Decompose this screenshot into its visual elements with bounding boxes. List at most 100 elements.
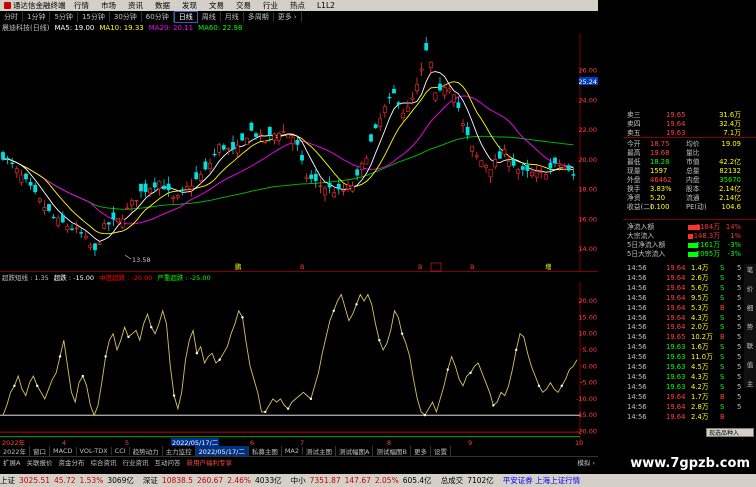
candle[interactable]: [451, 94, 456, 103]
candle[interactable]: [244, 137, 249, 145]
candle[interactable]: [134, 199, 139, 202]
candle[interactable]: [231, 142, 235, 150]
candle[interactable]: [106, 222, 111, 225]
tab[interactable]: MA2: [282, 447, 304, 455]
candle[interactable]: [382, 106, 387, 113]
menu-item[interactable]: 行情: [70, 0, 97, 11]
tab[interactable]: 趋势动力: [130, 446, 163, 456]
candle[interactable]: [295, 139, 300, 145]
tab[interactable]: MACD: [50, 447, 77, 455]
candle[interactable]: [120, 218, 125, 228]
candle[interactable]: [309, 174, 314, 179]
candle[interactable]: [28, 181, 33, 186]
candle[interactable]: [424, 43, 429, 51]
period-tab[interactable]: 30分钟: [110, 11, 142, 22]
info-tab[interactable]: 关联报价: [23, 457, 55, 467]
candle[interactable]: [281, 131, 286, 133]
candle[interactable]: [327, 183, 332, 188]
candle[interactable]: [456, 102, 461, 109]
candle[interactable]: [350, 185, 355, 192]
tab[interactable]: 更多: [411, 446, 431, 456]
candle[interactable]: [24, 173, 28, 180]
candle[interactable]: [405, 106, 410, 112]
candle[interactable]: [42, 207, 47, 211]
candle[interactable]: [355, 169, 360, 176]
side-tab[interactable]: 联: [747, 340, 754, 350]
candle[interactable]: [83, 235, 88, 239]
candle[interactable]: [474, 155, 479, 158]
candle[interactable]: [88, 244, 93, 248]
candle[interactable]: [148, 188, 153, 194]
candle[interactable]: [175, 195, 180, 198]
candle[interactable]: [249, 122, 254, 131]
candle[interactable]: [539, 171, 544, 173]
period-tab[interactable]: 多周期: [244, 11, 274, 22]
tab[interactable]: 测试幅图A: [336, 446, 374, 456]
candle[interactable]: [10, 162, 15, 165]
candle[interactable]: [166, 183, 171, 191]
candle[interactable]: [97, 242, 102, 245]
menu-item[interactable]: 文易: [205, 0, 232, 11]
candle[interactable]: [212, 153, 217, 156]
candle[interactable]: [290, 136, 295, 145]
tab-date-selected[interactable]: 2022/05/17/二: [195, 446, 249, 456]
popup-hint[interactable]: 现选品种入: [706, 428, 754, 437]
index-quote[interactable]: 中小 7351.87 147.67 2.05% 605.4亿: [291, 475, 436, 486]
candle[interactable]: [240, 133, 245, 141]
ticker-text[interactable]: 平安证券 上海上证行情: [503, 475, 580, 486]
candle[interactable]: [37, 198, 42, 202]
period-tab[interactable]: 周线: [198, 11, 221, 22]
candle[interactable]: [157, 180, 162, 190]
candle[interactable]: [507, 160, 511, 167]
candle[interactable]: [5, 157, 10, 160]
candle[interactable]: [530, 171, 534, 176]
candle[interactable]: [221, 145, 226, 150]
candle[interactable]: [171, 196, 176, 199]
candle[interactable]: [323, 187, 327, 196]
candle[interactable]: [129, 200, 134, 206]
candle[interactable]: [313, 174, 318, 181]
candle[interactable]: [267, 126, 272, 136]
candle[interactable]: [419, 68, 424, 71]
side-tab[interactable]: 价: [747, 283, 754, 293]
candle[interactable]: [502, 149, 507, 155]
candle[interactable]: [438, 83, 442, 91]
candle[interactable]: [198, 174, 203, 181]
menu-item[interactable]: 数据: [151, 0, 178, 11]
candle[interactable]: [65, 225, 70, 231]
index-quote[interactable]: 深证 10838.5 260.67 2.46% 4033亿: [143, 475, 286, 486]
info-tab[interactable]: 行业资讯: [119, 457, 151, 467]
candle[interactable]: [152, 182, 157, 188]
candle[interactable]: [235, 144, 240, 154]
candle[interactable]: [341, 190, 346, 192]
side-tab[interactable]: 势: [747, 321, 754, 331]
info-tab[interactable]: 扩展A: [0, 457, 23, 467]
tab[interactable]: 私募主图: [249, 446, 282, 456]
side-tab[interactable]: 笔: [747, 264, 754, 274]
candle[interactable]: [143, 183, 148, 192]
candle[interactable]: [392, 88, 396, 94]
candle[interactable]: [194, 172, 199, 179]
candle[interactable]: [79, 232, 84, 234]
candle[interactable]: [511, 159, 516, 166]
menu-item[interactable]: 热点: [286, 0, 313, 11]
candle[interactable]: [318, 185, 323, 187]
candle[interactable]: [93, 243, 97, 251]
candle[interactable]: [203, 161, 208, 170]
info-tab[interactable]: 资金分布: [55, 457, 87, 467]
tab[interactable]: 窗口: [30, 446, 51, 456]
candle[interactable]: [70, 228, 74, 230]
candle[interactable]: [332, 192, 337, 198]
menu-item[interactable]: 资讯: [124, 0, 151, 11]
candle[interactable]: [566, 165, 571, 171]
tab[interactable]: 主力监控: [163, 446, 196, 456]
menu-item[interactable]: L1L2: [313, 1, 343, 10]
candle[interactable]: [415, 83, 419, 92]
candle[interactable]: [139, 183, 143, 192]
candle[interactable]: [410, 97, 415, 100]
candle[interactable]: [286, 134, 291, 139]
candle[interactable]: [111, 212, 116, 220]
candle[interactable]: [364, 157, 369, 165]
info-tab[interactable]: 综合资讯: [87, 457, 119, 467]
candle[interactable]: [461, 123, 465, 126]
